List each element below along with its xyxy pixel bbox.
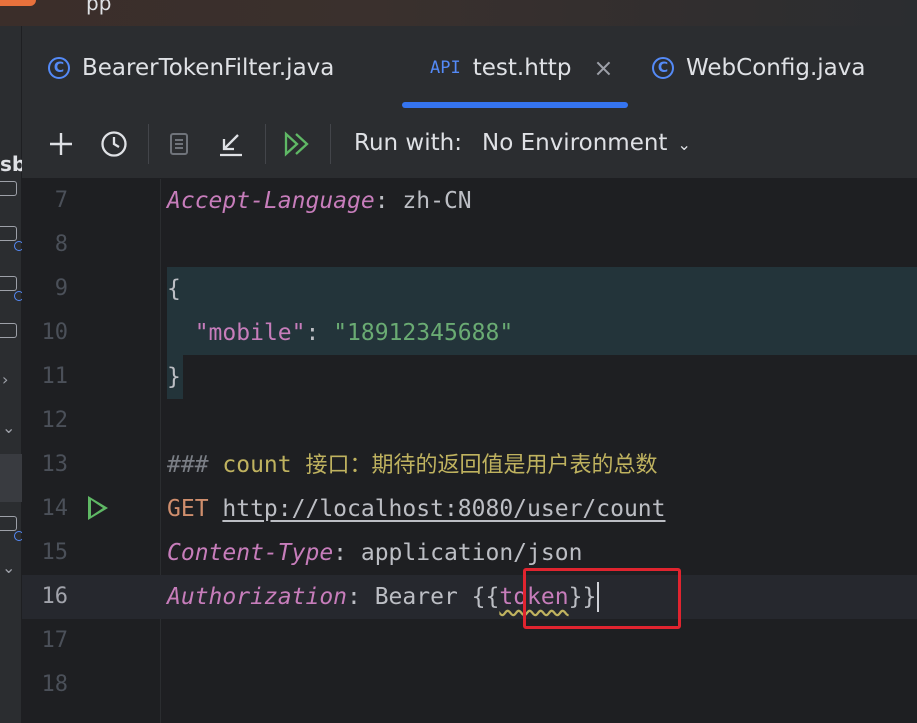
code-text: "mobile": "18912345688" [167,311,514,355]
close-icon[interactable]: × [593,54,613,82]
code-line[interactable]: 10 "mobile": "18912345688" [22,311,917,355]
code-editor[interactable]: 7 Accept-Language: zh-CN 8 9{10 "mobile": "… [22,179,917,723]
tab-label: test.http [472,55,572,81]
toolbar-separator [265,124,266,164]
code-token: } [167,364,181,390]
code-token: : application/json [333,540,583,566]
line-number[interactable]: 12 [22,399,69,443]
editor-tab-bar: C BearerTokenFilter.java API test.http ×… [22,26,917,111]
line-number[interactable]: 16 [22,575,69,619]
tab-bearer-token-filter[interactable]: C BearerTokenFilter.java [48,26,334,110]
toolbar-separator [148,124,149,164]
active-tab-indicator [402,102,628,108]
app-logo-icon[interactable] [0,0,36,6]
chevron-down-icon[interactable]: ⌄ [2,558,15,577]
code-token: : [305,320,334,346]
code-line[interactable]: 16 Authorization: Bearer {{token}} [22,575,917,619]
api-icon: API [430,58,461,78]
code-token: "mobile" [194,320,306,346]
code-line[interactable]: 7 Accept-Language: zh-CN [22,179,917,223]
line-number[interactable]: 10 [22,311,69,355]
title-bar: pp [0,0,917,26]
java-class-icon: C [652,57,674,79]
code-text: Content-Type: application/json [167,531,582,575]
code-line[interactable]: 18 [22,663,917,707]
tab-label: BearerTokenFilter.java [82,55,335,81]
line-number[interactable]: 17 [22,619,69,663]
line-number[interactable]: 15 [22,531,69,575]
code-text: ### count 接口：期待的返回值是用户表的总数 [167,443,658,488]
code-line[interactable]: 13 ### count 接口：期待的返回值是用户表的总数 [22,443,917,487]
line-number[interactable]: 7 [22,179,68,223]
line-number[interactable]: 18 [22,663,69,707]
code-token: count [222,452,306,478]
code-line[interactable]: 8 [22,223,917,267]
code-token: Authorization [167,584,348,610]
toolbar-separator [330,124,331,164]
folder-icon[interactable] [0,226,17,241]
selected-tree-row[interactable] [0,454,22,502]
plus-icon[interactable] [43,126,79,162]
line-number[interactable]: 9 [22,267,68,311]
code-token: http://localhost:8080/user/count [222,496,666,522]
chevron-down-icon[interactable]: ⌄ [2,418,15,437]
code-token: : zh-CN [374,188,472,214]
environment-value: No Environment [482,130,668,156]
clock-icon[interactable] [96,126,132,162]
app-title-fragment: pp [86,0,112,15]
code-token: ### [167,452,223,478]
run-all-icon[interactable] [279,126,315,162]
chevron-down-icon: ⌄ [677,135,691,154]
code-text: } [167,355,181,399]
folder-icon[interactable] [0,276,17,291]
code-line[interactable]: 17 [22,619,917,663]
line-number[interactable]: 11 [22,355,69,399]
code-token: : Bearer [347,584,472,610]
project-tree-panel[interactable]: sb › ⌄ ⌄ [0,26,26,723]
code-token: { [167,276,181,302]
code-text: { [167,267,181,311]
code-token: "18912345688" [333,320,514,346]
code-text: GET http://localhost:8080/user/count [167,487,666,531]
code-token: Content-Type [167,540,334,566]
run-with-label: Run with: [354,130,462,156]
line-number[interactable]: 13 [22,443,69,487]
tab-test-http[interactable]: API test.http × [430,26,614,110]
code-token: {{ [471,584,500,610]
java-class-icon: C [48,57,70,79]
tab-web-config[interactable]: C WebConfig.java [652,26,865,110]
run-request-icon[interactable] [88,496,108,520]
environment-select[interactable]: No Environment ⌄ [482,130,691,156]
folder-icon[interactable] [0,323,17,338]
http-client-toolbar: Run with: No Environment ⌄ [22,110,917,179]
line-number[interactable]: 14 [22,487,69,531]
code-line[interactable]: 14 GET http://localhost:8080/user/count [22,487,917,531]
code-line[interactable]: 11} [22,355,917,399]
code-token: Accept-Language [167,188,375,214]
import-icon[interactable] [213,126,249,162]
code-token: GET [167,496,223,522]
annotation-highlight-box [523,568,681,629]
folder-icon[interactable] [0,516,17,531]
line-number[interactable]: 8 [22,223,68,267]
code-line[interactable]: 9{ [22,267,917,311]
chevron-right-icon[interactable]: › [2,370,8,389]
convert-icon[interactable] [161,126,197,162]
code-text: Accept-Language: zh-CN [167,179,472,223]
tab-label: WebConfig.java [686,55,866,81]
folder-icon[interactable] [0,181,17,196]
code-line[interactable]: 12 [22,399,917,443]
code-token: 接口：期待的返回值是用户表的总数 [305,453,658,478]
code-line[interactable]: 15 Content-Type: application/json [22,531,917,575]
